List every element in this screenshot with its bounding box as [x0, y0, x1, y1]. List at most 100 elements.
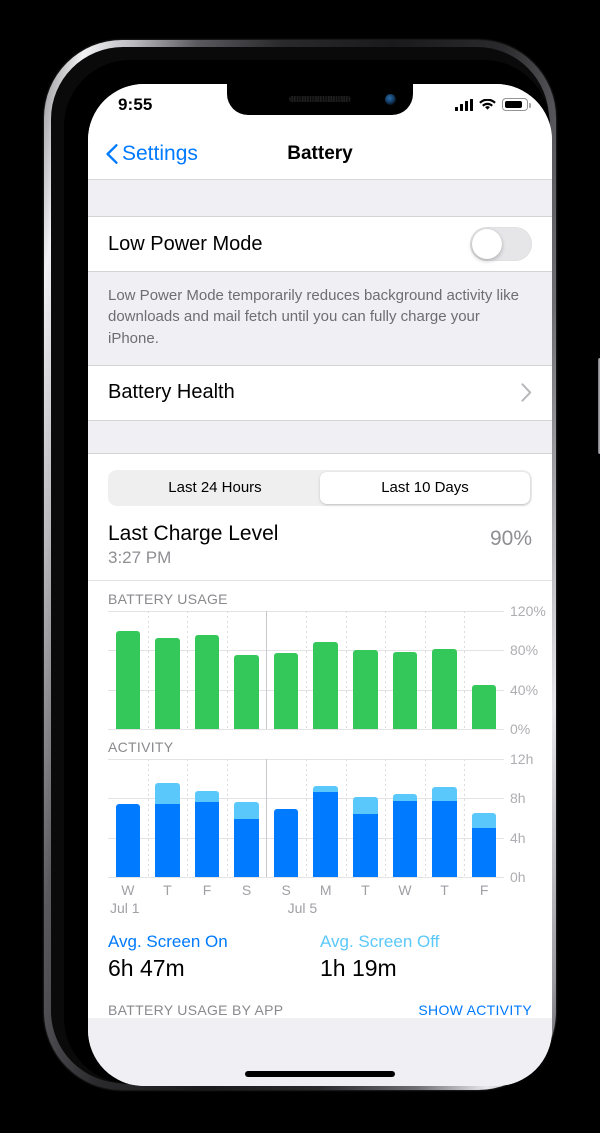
avg-screen-off: Avg. Screen Off 1h 19m: [320, 932, 532, 982]
page-title: Battery: [287, 142, 353, 164]
activity-chart: 0h 4h 8h 12h: [108, 751, 552, 885]
bar-slot: [425, 759, 465, 877]
activity-bar: [234, 802, 259, 877]
home-indicator[interactable]: [245, 1071, 395, 1077]
bar-slot: [108, 759, 148, 877]
bar-slot: [108, 611, 148, 729]
low-power-mode-label: Low Power Mode: [108, 232, 263, 255]
section-gap-middle: [88, 420, 552, 453]
bar-slot: [464, 759, 504, 877]
day-label: W: [121, 881, 135, 898]
battery-health-label: Battery Health: [108, 381, 235, 404]
activity-bar-screen-off: [194, 791, 220, 803]
toggle-knob: [472, 229, 502, 259]
averages-row: Avg. Screen On 6h 47m Avg. Screen Off 1h…: [88, 918, 552, 992]
back-button-settings[interactable]: Settings: [106, 142, 198, 166]
battery-usage-bar: [392, 652, 418, 729]
activity-bar-screen-off: [234, 802, 259, 819]
battery-usage-bar: [234, 655, 259, 729]
show-activity-button[interactable]: SHOW ACTIVITY: [418, 1002, 532, 1018]
bar-slot: [346, 759, 386, 877]
time-range-segmented-control[interactable]: Last 24 Hours Last 10 Days: [108, 469, 532, 506]
bar-slot: [385, 759, 425, 877]
battery-usage-bar: [313, 642, 339, 729]
battery-usage-bar: [471, 684, 497, 729]
device-screen: 9:55 Settings Battery Low Power Mode Low…: [88, 84, 552, 1086]
last-charge-title: Last Charge Level: [108, 521, 279, 545]
bar-slot: [306, 611, 346, 729]
activity-bar-screen-on: [313, 792, 339, 877]
avg-screen-off-label: Avg. Screen Off: [320, 931, 440, 951]
y-tick-label: 120%: [510, 602, 546, 619]
y-tick-label: 12h: [510, 750, 534, 767]
avg-screen-off-value: 1h 19m: [320, 954, 397, 981]
section-gap-top: [88, 180, 552, 216]
battery-icon: [502, 98, 531, 111]
y-tick-label: 8h: [510, 790, 526, 807]
activity-bar-screen-on: [155, 804, 180, 877]
battery-usage-bar: [273, 653, 299, 729]
activity-bar: [313, 786, 339, 877]
activity-bar: [273, 809, 299, 877]
last-charge-time: 3:27 PM: [108, 547, 172, 567]
activity-bar: [432, 787, 457, 877]
segment-last-10-days[interactable]: Last 10 Days: [320, 471, 530, 504]
day-label: W: [398, 881, 412, 898]
y-tick-label: 80%: [510, 642, 539, 659]
activity-bar: [353, 797, 378, 877]
battery-usage-y-axis: 0% 40% 80% 120%: [504, 603, 552, 737]
day-label: T: [163, 881, 172, 898]
battery-usage-by-app-heading: BATTERY USAGE BY APP: [108, 1001, 284, 1018]
bar-slot: [385, 611, 425, 729]
screenshot-stage: 9:55 Settings Battery Low Power Mode Low…: [0, 0, 600, 1133]
low-power-mode-row[interactable]: Low Power Mode: [88, 216, 552, 272]
battery-usage-bar: [353, 650, 378, 729]
segment-last-24-hours[interactable]: Last 24 Hours: [110, 472, 320, 504]
bar-slot: [346, 611, 386, 729]
bar-slot: [148, 759, 188, 877]
earpiece-speaker-icon: [289, 96, 351, 102]
bar-slot: [464, 611, 504, 729]
activity-bar: [194, 791, 220, 877]
low-power-mode-toggle[interactable]: [470, 227, 532, 261]
activity-bar-screen-off: [471, 812, 497, 828]
activity-bar: [392, 794, 418, 877]
activity-bar-screen-on: [234, 818, 259, 877]
activity-bar: [155, 782, 180, 877]
notch: [227, 84, 413, 115]
y-tick-label: 0%: [510, 720, 531, 737]
activity-chart-block: ACTIVITY 0h 4h 8h 12h W T F S S M T W T F Jul 1 Jul 5: [88, 729, 552, 918]
activity-y-axis: 0h 4h 8h 12h: [504, 751, 552, 885]
battery-usage-bar: [155, 638, 180, 729]
device-inner-frame: 9:55 Settings Battery Low Power Mode Low…: [51, 47, 552, 1086]
day-label: M: [319, 881, 332, 898]
activity-bar-screen-on: [115, 804, 141, 877]
day-label: T: [361, 881, 370, 898]
day-label: S: [281, 881, 291, 898]
day-label: F: [202, 881, 212, 898]
activity-bar-screen-on: [353, 813, 378, 877]
activity-bar-screen-off: [155, 782, 180, 805]
battery-usage-bars: [108, 611, 504, 729]
time-range-segmented-wrap: Last 24 Hours Last 10 Days: [88, 454, 552, 512]
activity-heading: ACTIVITY: [108, 738, 174, 755]
settings-scroll-content[interactable]: Low Power Mode Low Power Mode temporaril…: [88, 180, 552, 1086]
navigation-bar: Settings Battery: [88, 128, 552, 180]
bar-slot: [187, 759, 227, 877]
chevron-left-icon: [106, 143, 118, 164]
battery-health-row[interactable]: Battery Health: [88, 364, 552, 421]
day-label: S: [241, 881, 252, 898]
status-bar-indicators: [455, 98, 531, 111]
battery-usage-chart-block: BATTERY USAGE 0% 40% 80% 120%: [88, 581, 552, 737]
bar-slot: [266, 611, 306, 729]
battery-usage-heading: BATTERY USAGE: [108, 590, 228, 607]
cellular-signal-icon: [455, 99, 473, 111]
battery-usage-by-app-section: BATTERY USAGE BY APP SHOW ACTIVITY: [88, 992, 552, 1018]
activity-bar-screen-on: [471, 827, 497, 877]
back-button-label: Settings: [122, 141, 198, 165]
activity-bar: [115, 804, 141, 877]
avg-screen-on-label: Avg. Screen On: [108, 931, 228, 951]
avg-screen-on-value: 6h 47m: [108, 954, 185, 981]
day-label: F: [479, 881, 489, 898]
date-marker-label: Jul 1: [110, 899, 140, 916]
